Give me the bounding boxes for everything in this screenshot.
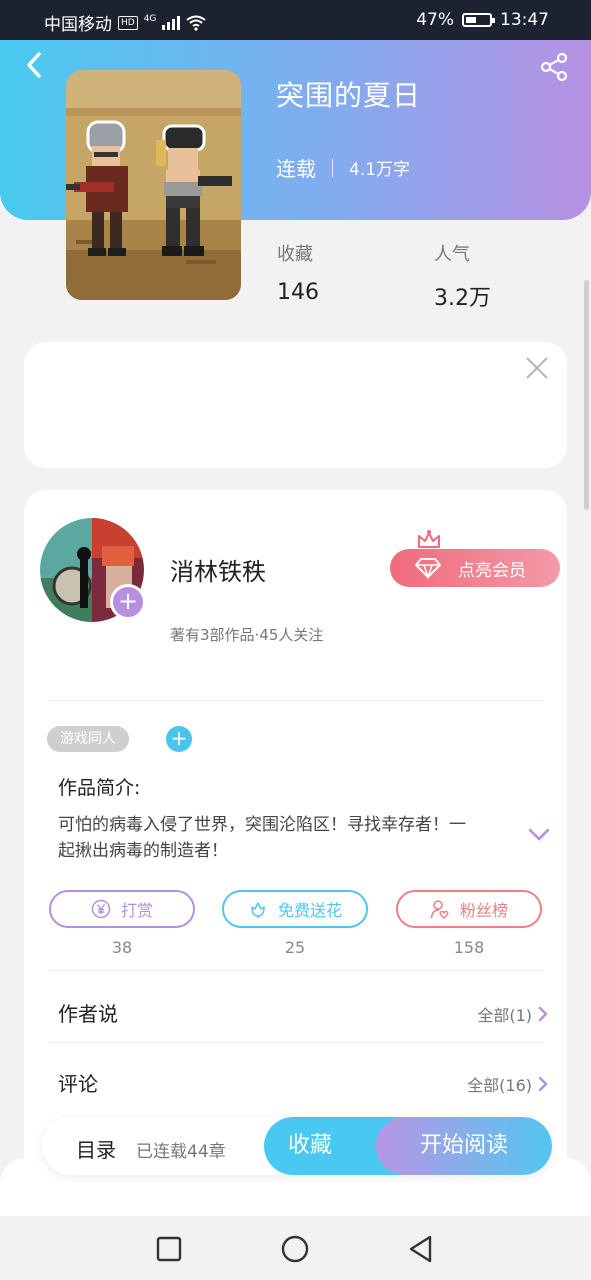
follow-author-button[interactable]: + [110, 584, 146, 620]
flower-label: 免费送花 [277, 901, 342, 920]
vip-button[interactable]: 点亮会员 [390, 530, 560, 587]
tip-label: 打赏 [120, 901, 153, 920]
ad-card [24, 342, 567, 468]
toc-button[interactable]: 目录 [76, 1134, 116, 1163]
stat-value: 146 [277, 280, 319, 305]
comments-more[interactable]: 全部(16) [467, 1072, 548, 1096]
back-arrow-icon[interactable] [20, 50, 50, 80]
tip-count: 38 [111, 938, 133, 957]
divider [48, 1042, 543, 1043]
author-notes-label: 作者说 [58, 1002, 118, 1026]
chevron-down-icon[interactable] [528, 828, 550, 842]
hd-icon: HD [118, 15, 138, 30]
diamond-icon [415, 558, 441, 579]
chevron-right-icon [538, 1006, 548, 1022]
battery-icon [462, 13, 495, 27]
more-label: 全部(16) [467, 1076, 532, 1095]
flower-count: 25 [284, 938, 306, 957]
author-notes-row[interactable]: 作者说 全部(1) [58, 998, 548, 1028]
fan-icon [430, 900, 449, 919]
flower-icon [251, 902, 265, 918]
divider [48, 700, 543, 701]
author-name[interactable]: 消林铁秩 [170, 552, 266, 587]
start-reading-button[interactable]: 开始阅读 [376, 1117, 552, 1175]
chapter-count: 已连载44章 [136, 1142, 226, 1162]
clock: 13:47 [500, 10, 549, 30]
fan-label: 粉丝榜 [459, 901, 508, 920]
yuan-icon [91, 899, 111, 919]
fan-count: 158 [453, 938, 485, 957]
share-icon[interactable] [539, 52, 569, 82]
meta-divider [332, 158, 333, 177]
stat-popularity: 人气 3.2万 [434, 240, 491, 312]
crown-icon [418, 530, 440, 548]
more-label: 全部(1) [477, 1006, 532, 1025]
stat-favorites: 收藏 146 [277, 240, 319, 305]
author-notes-more[interactable]: 全部(1) [477, 1002, 548, 1026]
book-meta: 连载 4.1万字 [276, 153, 410, 182]
word-count: 4.1万字 [349, 160, 411, 180]
stat-label: 收藏 [277, 244, 313, 265]
add-tag-button[interactable]: + [166, 726, 192, 752]
comments-row[interactable]: 评论 全部(16) [58, 1068, 548, 1098]
home-icon[interactable] [280, 1234, 310, 1264]
fan-ranking-button[interactable]: 粉丝榜 [396, 890, 542, 928]
intro-text: 可怕的病毒入侵了世界，突围沦陷区！寻找幸存者！一起揪出病毒的制造者！ [58, 815, 466, 861]
system-nav-bar [0, 1216, 591, 1280]
carrier-label: 中国移动 [44, 15, 112, 35]
divider [48, 970, 543, 971]
intro-heading: 作品简介: [58, 777, 141, 799]
send-flower-button[interactable]: 免费送花 [222, 890, 368, 928]
close-icon[interactable] [525, 356, 549, 380]
battery-percent: 47% [416, 10, 454, 30]
author-summary: 著有3部作品·45人关注 [170, 626, 324, 644]
stat-value: 3.2万 [434, 286, 491, 311]
network-label: 4G [143, 13, 157, 24]
book-cover-image[interactable] [66, 70, 241, 300]
serial-status: 连载 [276, 157, 316, 181]
genre-tag[interactable]: 游戏同人 [47, 726, 129, 752]
chevron-right-icon [538, 1076, 548, 1092]
vip-label: 点亮会员 [458, 560, 526, 581]
scrollbar[interactable] [584, 280, 589, 510]
recents-icon[interactable] [154, 1234, 184, 1264]
stat-label: 人气 [434, 244, 470, 265]
back-icon[interactable] [406, 1234, 436, 1264]
status-bar: 中国移动 HD 4G 47% 13:47 [0, 0, 591, 40]
wifi-icon [186, 15, 207, 31]
book-title: 突围的夏日 [276, 79, 422, 112]
action-bar: 目录 已连载44章 收藏 开始阅读 [42, 1117, 552, 1175]
signal-icon [162, 15, 181, 30]
comments-label: 评论 [58, 1072, 98, 1096]
tip-button[interactable]: 打赏 [49, 890, 195, 928]
